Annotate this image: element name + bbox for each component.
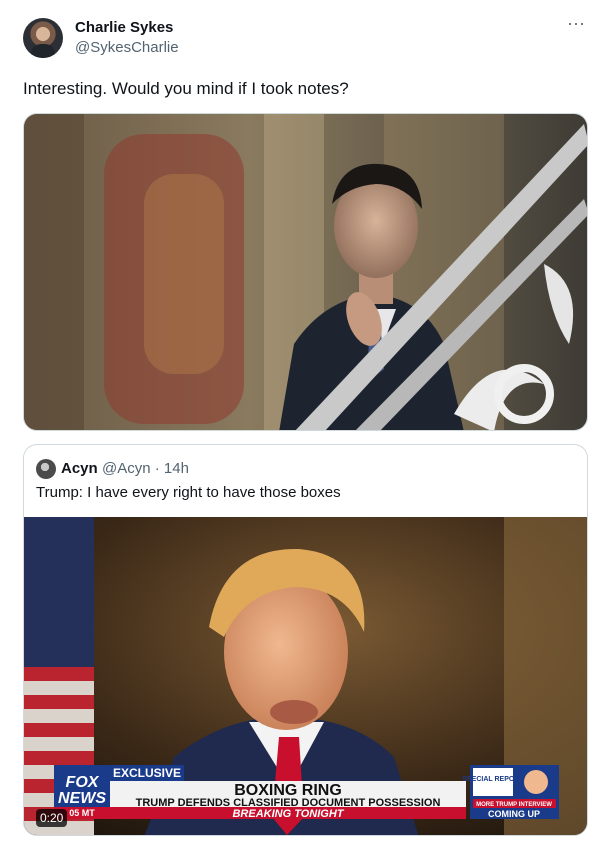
- chyron-tag: EXCLUSIVE: [113, 766, 181, 780]
- fox-chyron: FOX NEWS 05 MT EXCLUSIVE BOXING RING TRU…: [54, 765, 559, 819]
- fox-logo-bottom: NEWS: [58, 790, 106, 807]
- promo-line1: MORE TRUMP INTERVIEW: [476, 802, 552, 808]
- fox-logo-time: 05 MT: [69, 808, 95, 818]
- author-name[interactable]: Charlie Sykes: [75, 19, 173, 36]
- tweet-text: Interesting. Would you mind if I took no…: [23, 79, 349, 98]
- promo-title: SPECIAL REPORT: [462, 776, 524, 783]
- quoted-tweet[interactable]: Acyn @Acyn · 14h Trump: I have every rig…: [23, 444, 588, 836]
- fox-logo-top: FOX: [66, 774, 100, 791]
- ellipsis-icon[interactable]: ···: [565, 14, 587, 38]
- author-handle[interactable]: @SykesCharlie: [75, 39, 179, 56]
- tweet: Charlie Sykes @SykesCharlie ··· Interest…: [0, 0, 603, 850]
- promo-line2: COMING UP: [488, 809, 540, 819]
- quoted-handle-time: @Acyn · 14h: [102, 460, 189, 477]
- chyron-ticker: BREAKING TONIGHT: [232, 808, 344, 819]
- tweet-photo[interactable]: [23, 113, 588, 431]
- photo-man-on-stairs: [24, 114, 587, 430]
- quoted-avatar[interactable]: [36, 459, 56, 479]
- quoted-text: Trump: I have every right to have those …: [36, 484, 341, 501]
- quoted-name[interactable]: Acyn: [61, 460, 98, 477]
- author-avatar[interactable]: [23, 18, 63, 58]
- video-duration: 0:20: [36, 809, 68, 827]
- quoted-video[interactable]: FOX NEWS 05 MT EXCLUSIVE BOXING RING TRU…: [24, 517, 587, 835]
